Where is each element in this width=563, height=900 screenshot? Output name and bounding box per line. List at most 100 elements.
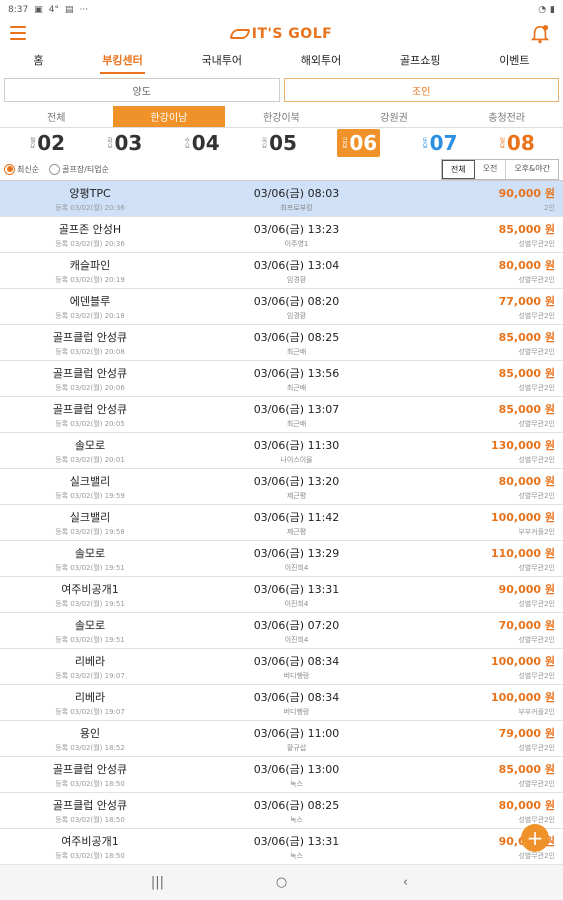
mode-transfer-button[interactable]: 양도 xyxy=(4,78,280,102)
course-cell: 골프클럽 안성큐 등록 03/02(월) 20:08 xyxy=(0,329,180,357)
sort-latest-radio[interactable]: 최신순 xyxy=(4,163,39,175)
region-tab-all[interactable]: 전체 xyxy=(0,106,113,127)
price: 80,000 원 xyxy=(498,258,555,272)
time-filter: 전체 오전 오후&야간 xyxy=(440,158,559,180)
bell-icon[interactable] xyxy=(531,24,549,44)
date-dow: 일요 xyxy=(497,137,505,149)
radio-dot-icon xyxy=(49,163,61,175)
listing-row[interactable]: 실크밸리 등록 03/02(월) 19:58 03/06(금) 11:42 제근평 10… xyxy=(0,505,563,541)
listing-row[interactable]: 여주비공개1 등록 03/02(월) 19:51 03/06(금) 13:31 이진희… xyxy=(0,577,563,613)
listing-row[interactable]: 양평TPC 등록 03/02(월) 20:36 03/06(금) 08:03 최프로부… xyxy=(0,181,563,217)
time-filter-morning[interactable]: 오전 xyxy=(475,159,507,179)
listing-row[interactable]: 실크밸리 등록 03/02(월) 19:59 03/06(금) 13:20 제근평 80… xyxy=(0,469,563,505)
join-condition: 성별무관2인 xyxy=(518,671,555,680)
tee-cell: 03/06(금) 13:07 최근배 xyxy=(180,401,413,429)
region-tab-chungcheong-jeolla[interactable]: 충청전라 xyxy=(450,106,563,127)
app-header: IT'S GOLF xyxy=(0,20,563,48)
mode-join-button[interactable]: 조인 xyxy=(283,78,559,102)
listing-row[interactable]: 에덴블루 등록 03/02(월) 20:18 03/06(금) 08:20 임경환 77… xyxy=(0,289,563,325)
date-day: 06 xyxy=(349,131,378,155)
registered-time: 등록 03/02(월) 20:36 xyxy=(55,203,125,212)
date-item[interactable]: 목요 05 xyxy=(260,131,297,155)
listing-row[interactable]: 골프클럽 안성큐 등록 03/02(월) 20:06 03/06(금) 13:56 최… xyxy=(0,361,563,397)
price-cell: 85,000 원 성별무관2인 xyxy=(413,761,563,789)
course-cell: 에덴블루 등록 03/02(월) 20:18 xyxy=(0,293,180,321)
course-name: 실크밸리 xyxy=(69,474,111,488)
price: 110,000 원 xyxy=(490,546,555,560)
course-cell: 실크밸리 등록 03/02(월) 19:59 xyxy=(0,473,180,501)
listing-row[interactable]: 골프클럽 안성큐 등록 03/02(월) 18:50 03/06(금) 08:25 녹… xyxy=(0,793,563,829)
date-item[interactable]: 일요 08 xyxy=(498,131,535,155)
join-condition: 성별무관2인 xyxy=(518,311,555,320)
listing-row[interactable]: 리베라 등록 03/02(월) 19:07 03/06(금) 08:34 버디행랑 10… xyxy=(0,649,563,685)
seller-name: 임경환 xyxy=(286,275,307,284)
listing-row[interactable]: 골프클럽 안성큐 등록 03/02(월) 20:08 03/06(금) 08:25 최… xyxy=(0,325,563,361)
course-name: 양평TPC xyxy=(69,186,111,200)
listing-row[interactable]: 리베라 등록 03/02(월) 19:07 03/06(금) 08:34 버디행랑 10… xyxy=(0,685,563,721)
price-cell: 100,000 원성별무관2인 xyxy=(413,653,563,681)
nav-overseas-tour[interactable]: 해외투어 xyxy=(301,52,341,74)
date-item[interactable]: 월요 02 xyxy=(28,131,65,155)
add-listing-button[interactable]: + xyxy=(521,824,549,852)
tee-cell: 03/06(금) 13:20 제근평 xyxy=(180,473,413,501)
join-condition: 성별무관2인 xyxy=(518,275,555,284)
app-logo[interactable]: IT'S GOLF xyxy=(229,26,333,42)
system-nav-bar: ||| ○ ‹ xyxy=(0,864,563,900)
nav-golf-shopping[interactable]: 골프쇼핑 xyxy=(400,52,440,74)
registered-time: 등록 03/02(월) 19:07 xyxy=(55,671,125,680)
price-cell: 79,000 원 성별무관2인 xyxy=(413,725,563,753)
listing-row[interactable]: 용인 등록 03/02(월) 18:52 03/06(금) 11:00 황규섭 79,0… xyxy=(0,721,563,757)
tee-cell: 03/06(금) 07:20 이진희4 xyxy=(180,617,413,645)
listing-row[interactable]: 여주비공개1 등록 03/02(월) 18:50 03/06(금) 13:31 녹스 9… xyxy=(0,829,563,865)
nav-domestic-tour[interactable]: 국내투어 xyxy=(201,52,241,74)
home-icon[interactable]: ○ xyxy=(275,875,289,890)
listing-row[interactable]: 솔모로 등록 03/02(월) 20:01 03/06(금) 11:30 나이스이올 1… xyxy=(0,433,563,469)
nav-event[interactable]: 이벤트 xyxy=(499,52,529,74)
price-cell: 130,000 원 성별무관2인 xyxy=(413,437,563,465)
region-tab-gangwon[interactable]: 강원권 xyxy=(338,106,451,127)
date-dow: 금요 xyxy=(340,137,348,149)
registered-time: 등록 03/02(월) 19:51 xyxy=(55,563,125,572)
price: 85,000 원 xyxy=(498,402,555,416)
back-icon[interactable]: ‹ xyxy=(399,875,413,890)
listing-row[interactable]: 골프클럽 안성큐 등록 03/02(월) 20:05 03/06(금) 13:07 최… xyxy=(0,397,563,433)
date-item-selected[interactable]: 금요 06 xyxy=(337,129,381,157)
logo-text: IT'S GOLF xyxy=(251,26,333,42)
course-cell: 실크밸리 등록 03/02(월) 19:58 xyxy=(0,509,180,537)
nav-home[interactable]: 홈 xyxy=(33,52,43,74)
time-filter-all[interactable]: 전체 xyxy=(441,159,475,179)
join-condition: 성별무관2인 xyxy=(518,815,555,824)
seller-name: 최프로부킹 xyxy=(280,203,313,212)
listing-row[interactable]: 골프존 안성H 등록 03/02(월) 20:36 03/06(금) 13:23 이주… xyxy=(0,217,563,253)
price-cell: 100,000 원 부부커플2인 xyxy=(413,509,563,537)
listing-row[interactable]: 캐슬파인 등록 03/02(월) 20:19 03/06(금) 13:04 임경환 80… xyxy=(0,253,563,289)
price: 100,000 원 xyxy=(490,654,555,668)
region-tab-north-han[interactable]: 한강이북 xyxy=(225,106,338,127)
price-cell: 77,000 원 성별무관2인 xyxy=(413,293,563,321)
course-cell: 솔모로 등록 03/02(월) 19:51 xyxy=(0,545,180,573)
price: 85,000 원 xyxy=(498,762,555,776)
tee-time: 03/06(금) 13:31 xyxy=(253,582,340,596)
region-tab-south-han[interactable]: 한강이남 xyxy=(112,106,226,127)
listing-row[interactable]: 솔모로 등록 03/02(월) 19:51 03/06(금) 13:29 이진희4 11… xyxy=(0,541,563,577)
price: 70,000 원 xyxy=(498,618,555,632)
nav-booking-center[interactable]: 부킹센터 xyxy=(100,52,146,74)
course-name: 골프클럽 안성큐 xyxy=(52,366,128,380)
tee-time: 03/06(금) 13:56 xyxy=(253,366,340,380)
tee-cell: 03/06(금) 08:20 임경환 xyxy=(180,293,413,321)
course-name: 솔모로 xyxy=(74,618,106,632)
listing-row[interactable]: 골프클럽 안성큐 등록 03/02(월) 18:50 03/06(금) 13:00 녹… xyxy=(0,757,563,793)
date-item[interactable]: 수요 04 xyxy=(183,131,220,155)
date-day: 03 xyxy=(114,131,143,155)
date-day: 08 xyxy=(506,131,535,155)
recents-icon[interactable]: ||| xyxy=(151,875,165,890)
hamburger-menu-icon[interactable] xyxy=(10,26,26,40)
course-name: 실크밸리 xyxy=(69,510,111,524)
date-item[interactable]: 화요 03 xyxy=(106,131,143,155)
listing-row[interactable]: 솔모로 등록 03/02(월) 19:51 03/06(금) 07:20 이진희4 70… xyxy=(0,613,563,649)
sort-course-radio[interactable]: 골프장/티업순 xyxy=(49,163,109,175)
status-bar: 8:37 ▣ 4° ▤ ··· ◔ ▮ xyxy=(0,0,563,20)
time-filter-afternoon[interactable]: 오후&야간 xyxy=(506,160,558,179)
tee-cell: 03/06(금) 08:25 녹스 xyxy=(180,797,413,825)
date-item[interactable]: 토요 07 xyxy=(421,131,458,155)
